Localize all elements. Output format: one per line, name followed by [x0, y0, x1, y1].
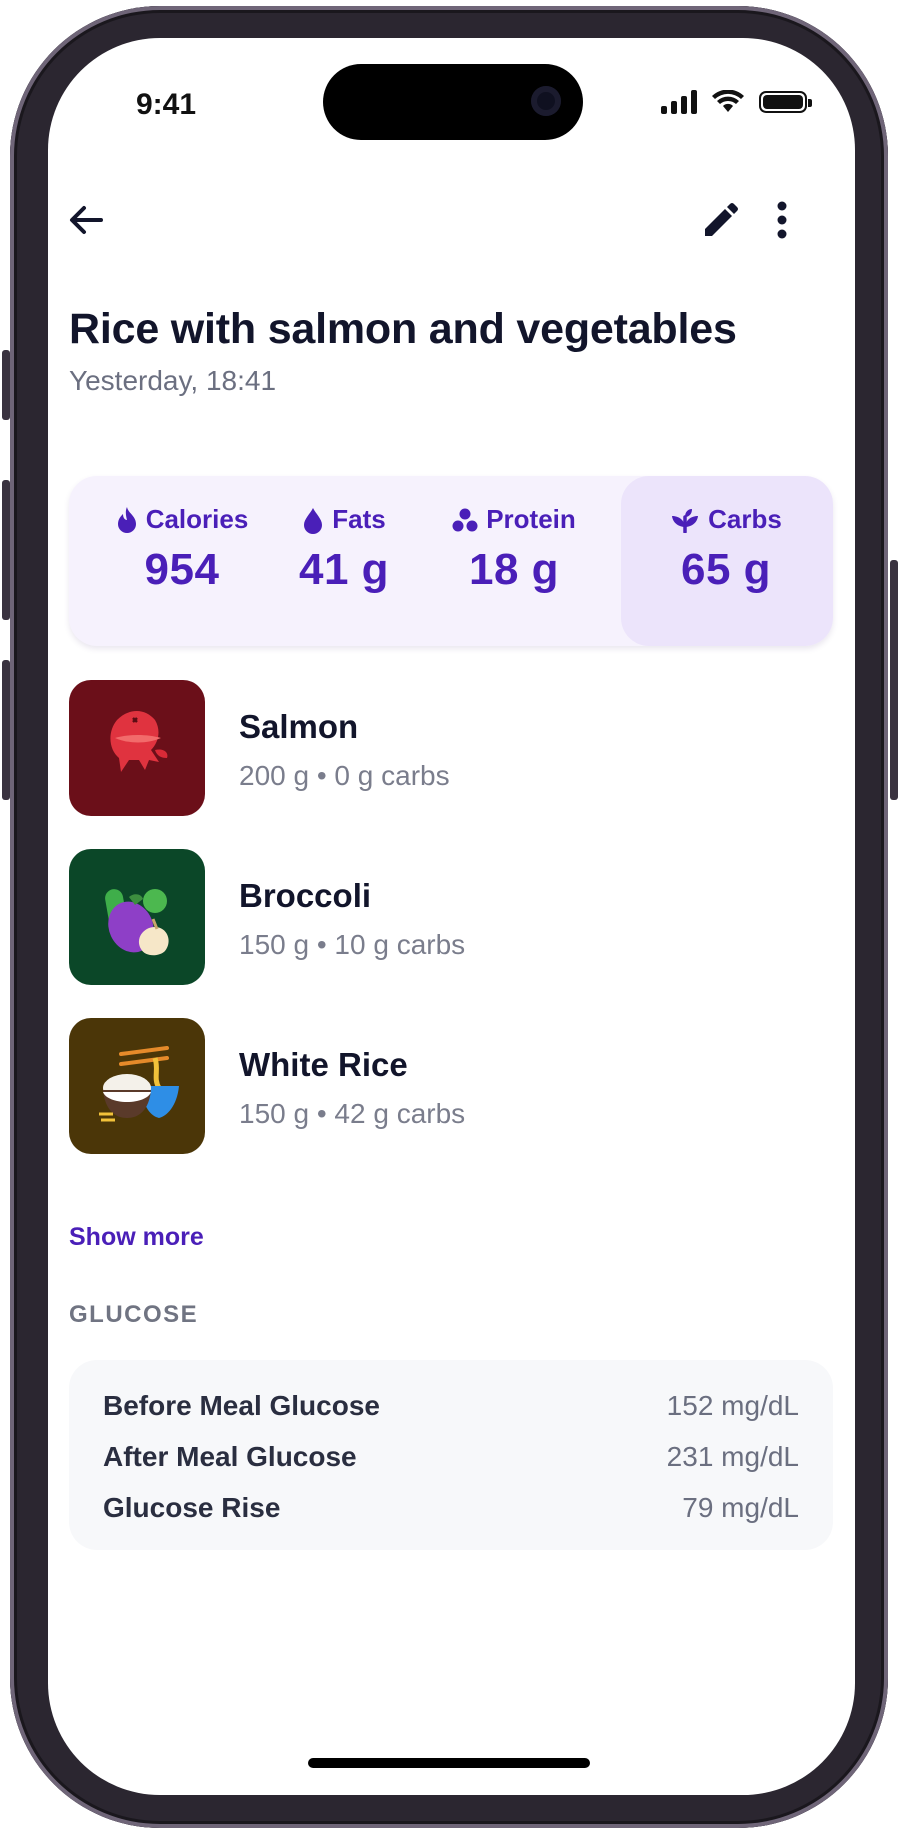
macro-value-fats: 41 g: [298, 545, 390, 594]
glucose-value: 79 mg/dL: [682, 1492, 799, 1523]
show-more-link[interactable]: Show more: [69, 1223, 204, 1252]
fish-icon: [110, 711, 168, 772]
pencil-icon: [705, 203, 738, 236]
vegetables-icon: [105, 889, 169, 956]
cellular-signal-icon: [661, 90, 697, 114]
glucose-row-after-meal: After Meal Glucose 231 mg/dL: [103, 1435, 799, 1479]
status-icons: [661, 90, 812, 114]
macro-fats[interactable]: Fats 41 g: [279, 504, 409, 595]
macro-value-carbs: 65 g: [680, 545, 772, 594]
battery-icon: [759, 91, 812, 113]
glucose-value: 231 mg/dL: [666, 1441, 799, 1472]
more-vertical-icon: [777, 201, 787, 239]
glucose-label: Before Meal Glucose: [103, 1390, 380, 1421]
phone-screen: 9:41 Rice with salmon and vegetables Yes…: [48, 38, 855, 1795]
macro-label-calories: Calories: [145, 504, 249, 534]
droplet-icon: [304, 507, 323, 534]
side-button-power: [890, 560, 898, 800]
glucose-row-before-meal: Before Meal Glucose 152 mg/dL: [103, 1384, 799, 1428]
glucose-label: After Meal Glucose: [103, 1441, 357, 1472]
glucose-card: Before Meal Glucose 152 mg/dL After Meal…: [69, 1360, 833, 1550]
front-camera: [531, 86, 561, 116]
food-item-white-rice[interactable]: White Rice 150 g • 42 g carbs: [69, 1018, 833, 1154]
food-item-salmon[interactable]: Salmon 200 g • 0 g carbs: [69, 680, 833, 816]
meal-timestamp: Yesterday, 18:41: [69, 365, 277, 396]
dynamic-island: [323, 64, 583, 140]
food-meta: 150 g • 42 g carbs: [239, 1098, 466, 1129]
food-thumb-white-rice: [69, 1018, 205, 1154]
food-thumb-broccoli: [69, 849, 205, 985]
macro-value-protein: 18 g: [468, 545, 560, 594]
status-time: 9:41: [136, 88, 197, 121]
side-button-action: [2, 350, 10, 420]
rice-bowl-icon: [99, 1046, 179, 1122]
macro-summary-card: Calories 954 Fats 41 g Protein 18 g Carb…: [69, 476, 833, 646]
side-button-volume-down: [2, 660, 10, 800]
food-meta: 150 g • 10 g carbs: [239, 929, 466, 960]
macro-calories[interactable]: Calories 954: [97, 504, 267, 595]
sprout-icon: [672, 508, 699, 533]
macro-carbs[interactable]: Carbs 65 g: [641, 504, 811, 595]
glucose-row-rise: Glucose Rise 79 mg/dL: [103, 1486, 799, 1530]
molecule-icon: [452, 508, 478, 531]
macro-label-protein: Protein: [486, 504, 576, 534]
food-name: Salmon: [239, 708, 359, 745]
food-name: White Rice: [239, 1046, 408, 1083]
wifi-icon: [712, 90, 744, 112]
arrow-left-icon: [70, 206, 103, 234]
back-button[interactable]: [58, 192, 114, 248]
food-item-broccoli[interactable]: Broccoli 150 g • 10 g carbs: [69, 849, 833, 985]
home-indicator[interactable]: [308, 1758, 590, 1768]
edit-button[interactable]: [692, 192, 748, 248]
glucose-value: 152 mg/dL: [666, 1390, 799, 1421]
side-button-volume-up: [2, 480, 10, 620]
food-thumb-salmon: [69, 680, 205, 816]
macro-value-calories: 954: [144, 545, 220, 594]
macro-label-fats: Fats: [332, 504, 386, 534]
food-meta: 200 g • 0 g carbs: [239, 760, 450, 791]
meal-title: Rice with salmon and vegetables: [69, 305, 737, 353]
food-name: Broccoli: [239, 877, 372, 914]
glucose-section-heading: GLUCOSE: [69, 1301, 199, 1328]
more-options-button[interactable]: [754, 192, 810, 248]
glucose-label: Glucose Rise: [103, 1492, 281, 1523]
macro-protein[interactable]: Protein 18 g: [429, 504, 599, 595]
macro-label-carbs: Carbs: [708, 504, 782, 534]
flame-icon: [117, 506, 136, 533]
